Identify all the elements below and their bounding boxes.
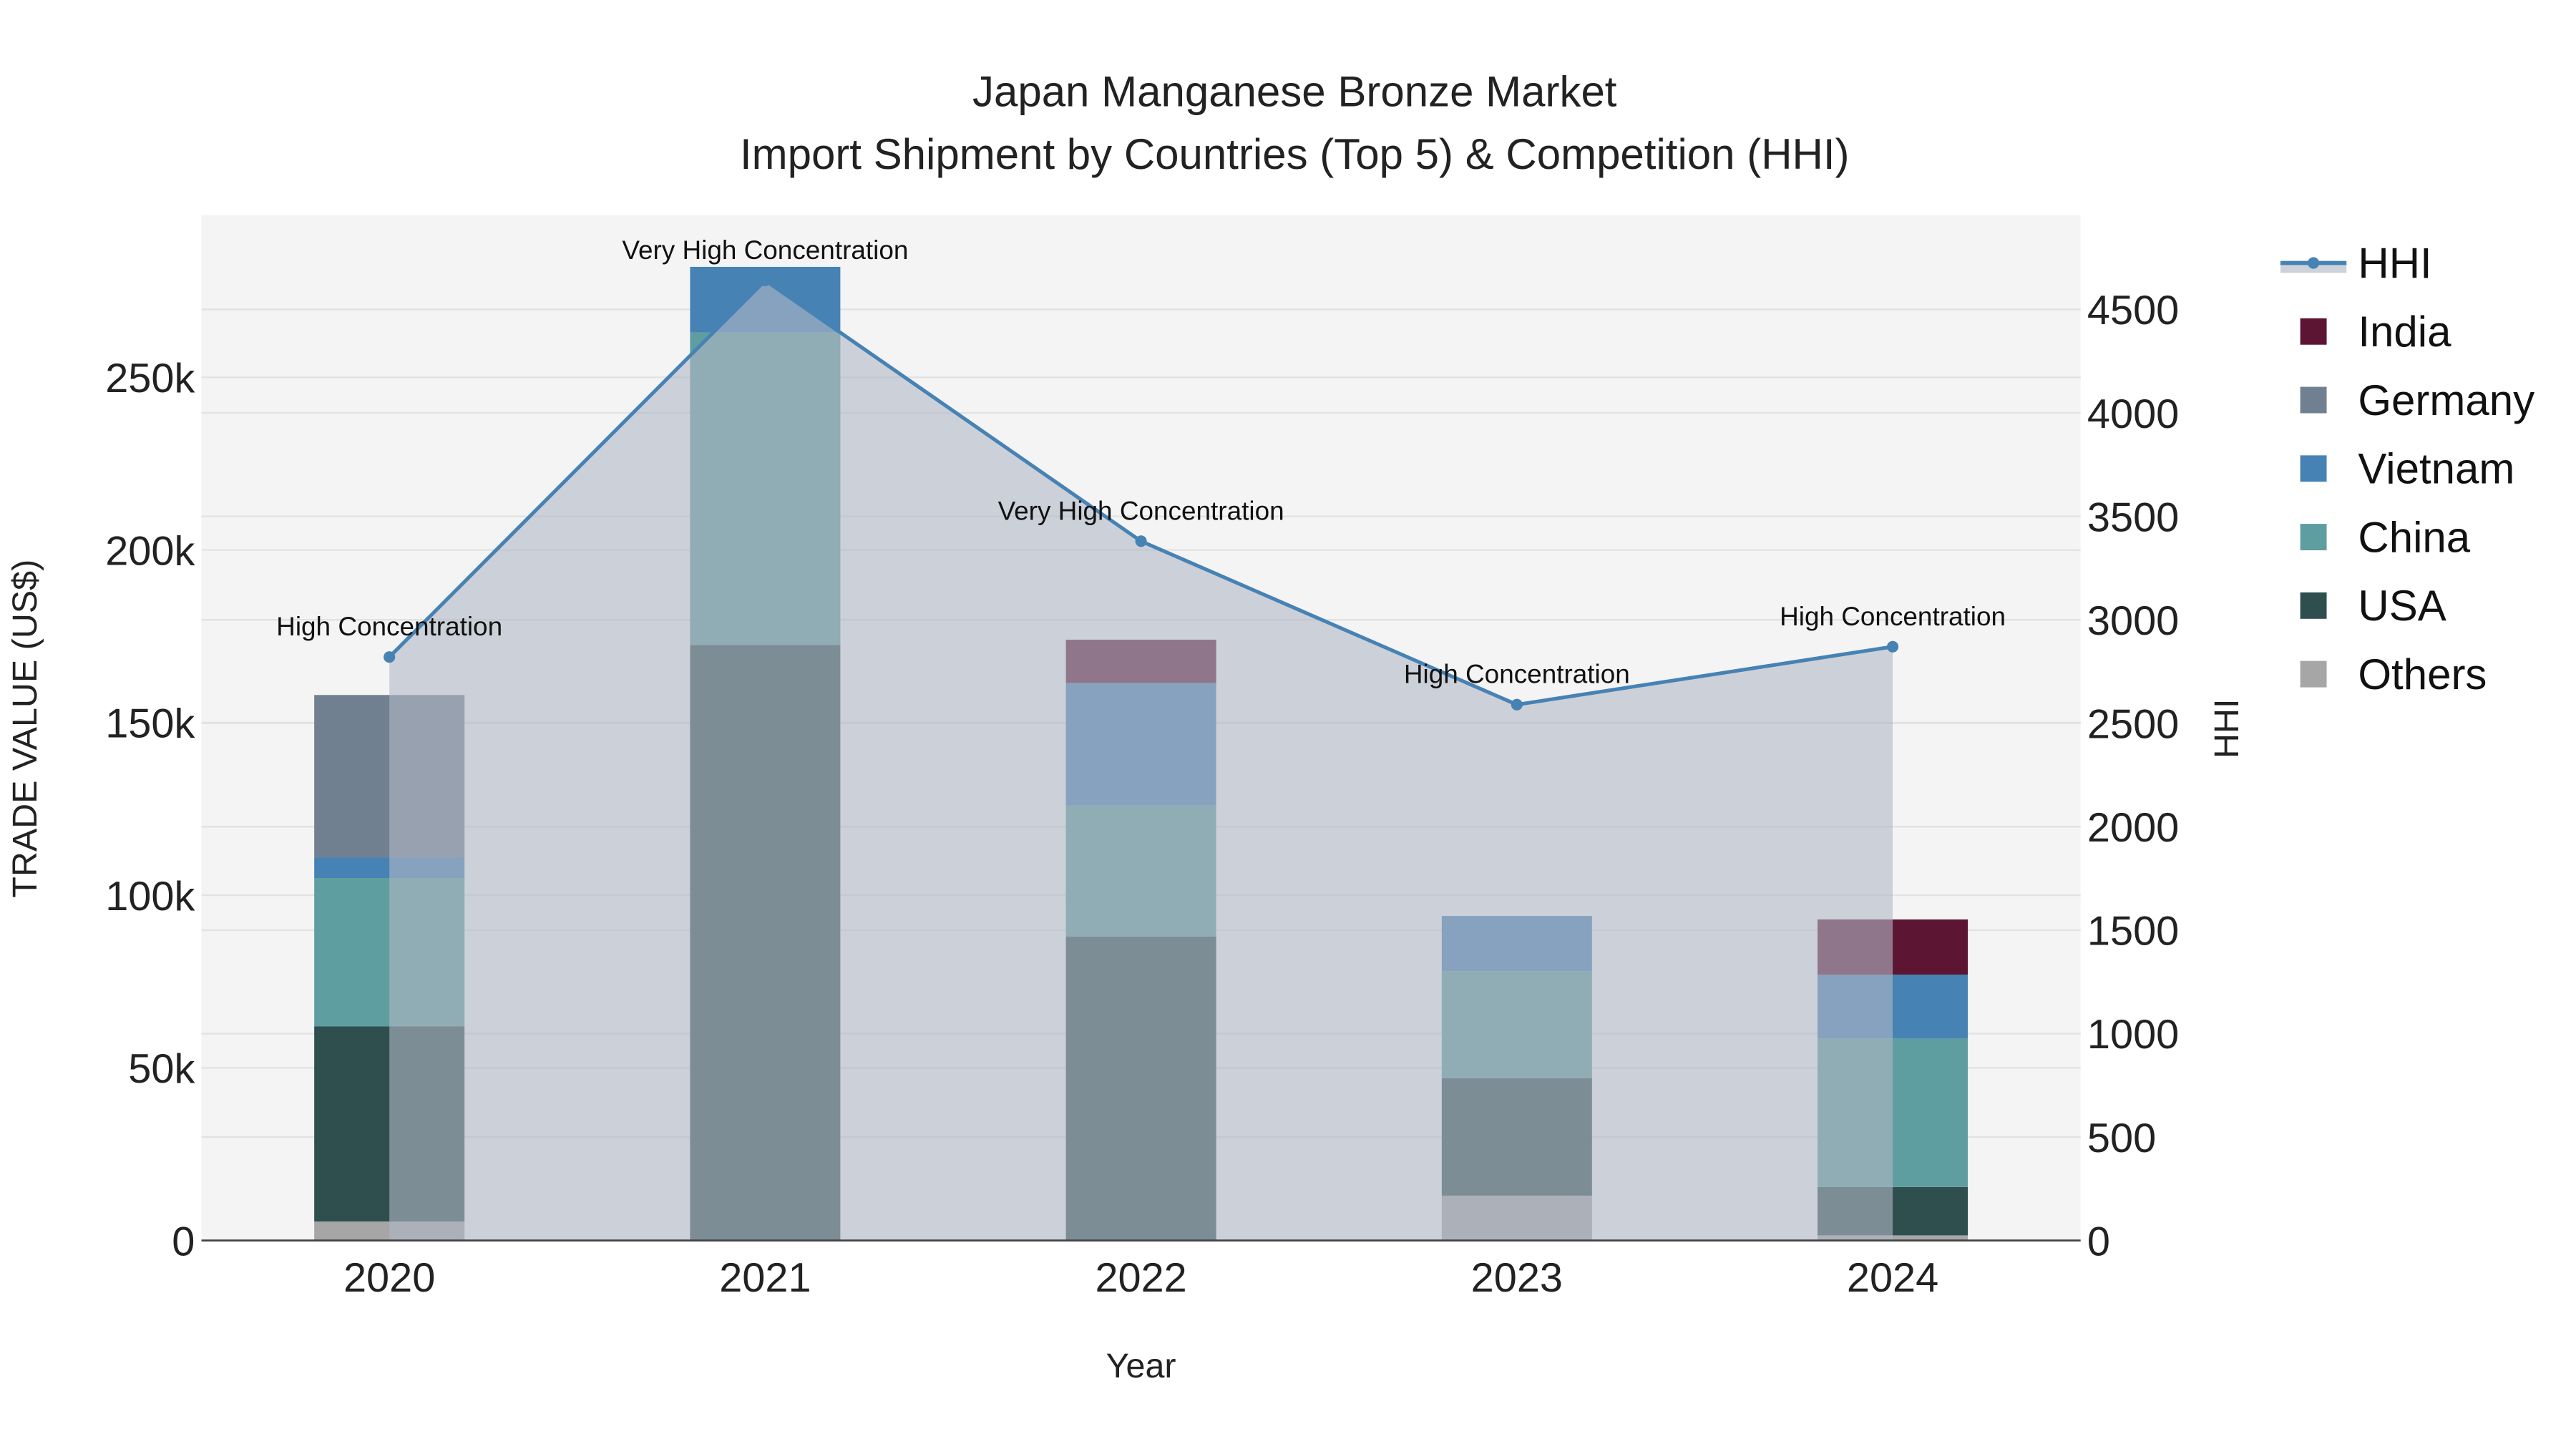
chart-title-line2: Import Shipment by Countries (Top 5) & C… xyxy=(740,130,1850,178)
hhi-point-2022 xyxy=(1135,535,1147,547)
legend-label-vietnam: Vietnam xyxy=(2358,445,2514,493)
chart-title-line1: Japan Manganese Bronze Market xyxy=(972,67,1617,115)
legend-swatch-others xyxy=(2300,660,2327,688)
y2-tick-label: 3500 xyxy=(2087,494,2179,540)
hhi-point-2021 xyxy=(759,274,771,287)
y2-tick-label: 2500 xyxy=(2087,702,2179,748)
y-tick-label: 0 xyxy=(172,1219,195,1264)
y2-tick-label: 4000 xyxy=(2087,391,2179,437)
y2-tick-label: 1500 xyxy=(2087,909,2179,955)
legend-label-india: India xyxy=(2358,308,2451,356)
y2-tick-label: 2000 xyxy=(2087,805,2179,851)
legend-swatch-china xyxy=(2300,524,2327,551)
hhi-point-2023 xyxy=(1511,698,1523,711)
chart: High Concentration Very High Concentratio… xyxy=(6,67,2534,1385)
y-axis-ticks: 0 50k 100k 150k 200k 250k xyxy=(105,356,195,1264)
legend-label-germany: Germany xyxy=(2358,376,2534,424)
legend-hhi-marker xyxy=(2308,257,2320,269)
x-tick-label: 2024 xyxy=(1847,1255,1938,1301)
y-tick-label: 100k xyxy=(105,874,195,919)
hhi-point-2020 xyxy=(384,651,396,663)
legend-label-usa: USA xyxy=(2358,582,2446,630)
y-tick-label: 250k xyxy=(105,356,195,401)
y-tick-label: 200k xyxy=(105,528,195,574)
x-axis-title: Year xyxy=(1106,1347,1176,1385)
x-axis-ticks: 2020 2021 2022 2023 2024 xyxy=(343,1255,1938,1301)
y2-axis-title: HHI xyxy=(2207,699,2246,758)
y2-axis-ticks: 0 500 1000 1500 2000 2500 3000 3500 4000 4500 xyxy=(2087,288,2179,1264)
hhi-annotation-2020: High Concentration xyxy=(276,612,502,641)
x-tick-label: 2022 xyxy=(1095,1255,1186,1301)
x-tick-label: 2020 xyxy=(343,1255,435,1301)
legend-swatch-usa xyxy=(2300,592,2327,619)
y2-tick-label: 3000 xyxy=(2087,598,2179,644)
y2-tick-label: 1000 xyxy=(2087,1012,2179,1058)
legend-label-hhi: HHI xyxy=(2358,239,2431,287)
x-tick-label: 2023 xyxy=(1471,1255,1563,1301)
hhi-point-2024 xyxy=(1887,640,1899,653)
y-axis-title: TRADE VALUE (US$) xyxy=(6,560,44,898)
y-tick-label: 150k xyxy=(105,701,195,747)
y2-tick-label: 0 xyxy=(2087,1219,2110,1264)
legend-swatch-germany xyxy=(2300,386,2327,414)
legend: HHI India Germany Vietnam China USA Others xyxy=(2280,239,2534,698)
hhi-annotation-2021: Very High Concentration xyxy=(622,235,908,265)
hhi-annotation-2022: Very High Concentration xyxy=(998,496,1284,525)
legend-swatch-vietnam xyxy=(2300,455,2327,482)
x-tick-label: 2021 xyxy=(719,1255,811,1301)
legend-swatch-india xyxy=(2300,318,2327,345)
y2-tick-label: 500 xyxy=(2087,1116,2156,1161)
y2-tick-label: 4500 xyxy=(2087,288,2179,333)
legend-label-others: Others xyxy=(2358,650,2487,698)
hhi-annotation-2023: High Concentration xyxy=(1404,660,1630,689)
hhi-annotation-2024: High Concentration xyxy=(1780,602,2006,631)
legend-label-china: China xyxy=(2358,513,2470,561)
y-tick-label: 50k xyxy=(128,1046,195,1092)
